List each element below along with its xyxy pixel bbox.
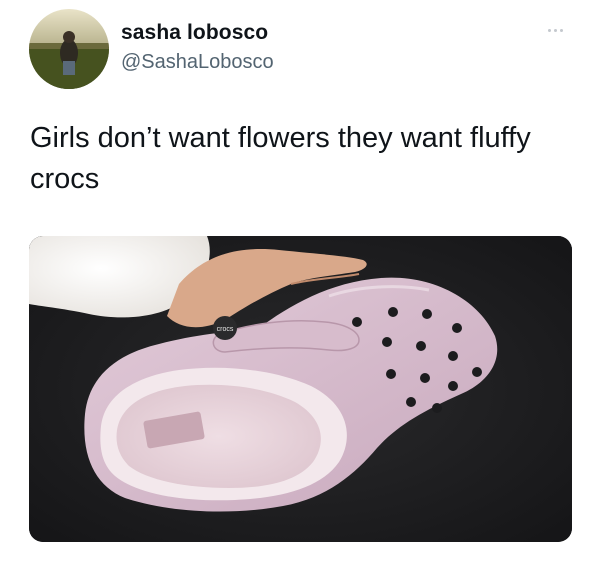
- tweet-text: Girls don’t want flowers they want fluff…: [30, 122, 531, 195]
- author-handle[interactable]: @SashaLobosco: [121, 51, 274, 74]
- author-display-name[interactable]: sasha lobosco: [121, 21, 268, 45]
- photo-crocs-clog-icon: crocs: [29, 236, 572, 542]
- ellipsis-icon: [559, 28, 563, 32]
- avatar[interactable]: [29, 9, 109, 89]
- tweet-media-photo[interactable]: crocs: [29, 236, 572, 542]
- ellipsis-icon: [547, 28, 551, 32]
- tweet-card: sasha lobosco @SashaLobosco Girls don’t …: [0, 0, 600, 568]
- ellipsis-icon: [553, 28, 557, 32]
- crocs-logo: crocs: [217, 326, 234, 333]
- more-options-button[interactable]: [540, 20, 570, 40]
- avatar-image: [29, 9, 109, 89]
